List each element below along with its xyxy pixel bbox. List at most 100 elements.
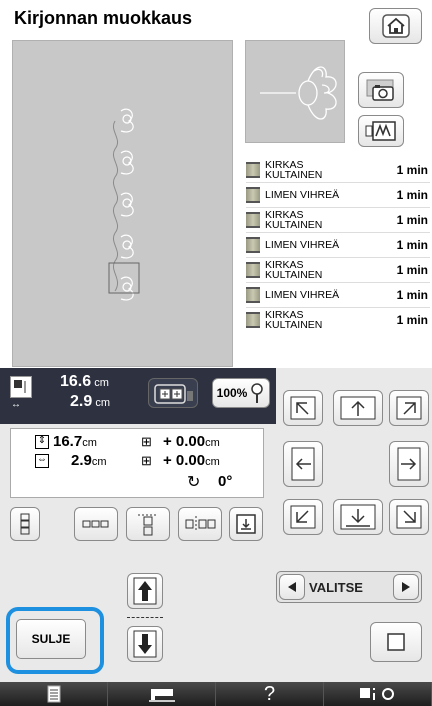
- select-label: VALITSE: [309, 580, 363, 595]
- height-icon: ⇕: [35, 435, 49, 449]
- settings-button[interactable]: [324, 682, 432, 706]
- layout-vertical-button[interactable]: [10, 507, 40, 541]
- embroidery-preview[interactable]: [12, 40, 233, 367]
- thread-name: KULTAINEN: [265, 219, 323, 231]
- spool-icon: [246, 287, 260, 303]
- arrow-up-bold-icon: [133, 577, 157, 605]
- thumbnail-pattern: [260, 66, 337, 120]
- offset-y-icon: ⊞: [141, 434, 152, 449]
- hoop-select-button[interactable]: [148, 378, 198, 408]
- arrow-right-icon: [397, 447, 421, 481]
- spool-icon: [246, 162, 260, 178]
- camera-icon: [366, 79, 394, 101]
- camera-button[interactable]: [358, 72, 404, 108]
- move-right-button[interactable]: [389, 441, 429, 487]
- hoop-icon: [154, 384, 193, 404]
- thread-name: KULTAINEN: [265, 169, 323, 181]
- move-up-left-button[interactable]: [283, 390, 323, 426]
- order-divider: [127, 617, 163, 618]
- thread-row: LIMEN VIHREÄ 1 min: [246, 283, 430, 307]
- order-up-button[interactable]: [127, 573, 163, 609]
- width-icon: ⇔: [35, 454, 49, 468]
- arrow-up-icon: [340, 396, 376, 420]
- move-up-button[interactable]: [333, 390, 383, 426]
- zoom-button[interactable]: 100%: [212, 378, 270, 408]
- layout-center-vertical-icon: [138, 514, 158, 536]
- pattern-size-icon: [10, 376, 32, 398]
- move-down-right-button[interactable]: [389, 499, 429, 535]
- border-mark-icon: [236, 514, 256, 534]
- thread-time: 1 min: [396, 213, 428, 227]
- select-group: VALITSE: [276, 571, 422, 603]
- spool-icon: [246, 312, 260, 328]
- thread-row: LIMEN VIHREÄ 1 min: [246, 183, 430, 207]
- move-down-button[interactable]: [333, 499, 383, 535]
- page-button[interactable]: [0, 682, 108, 706]
- move-left-button[interactable]: [283, 441, 323, 487]
- size-width-value: 16.6 cm: [60, 373, 109, 390]
- thread-time: 1 min: [396, 263, 428, 277]
- sewing-machine-icon: [148, 689, 175, 702]
- magnifier-icon: [251, 383, 264, 403]
- layout-vertical-icon: [20, 513, 30, 535]
- home-icon: [381, 14, 410, 38]
- spool-icon: [246, 262, 260, 278]
- layout-center-horizontal-icon: [185, 516, 216, 532]
- page-title: Kirjonnan muokkaus: [14, 8, 193, 28]
- thread-row: KIRKAS KULTAINEN 1 min: [246, 208, 430, 232]
- empty-square-icon: [387, 633, 405, 651]
- thread-name: KULTAINEN: [265, 319, 323, 331]
- height-value: 16.7cm: [53, 433, 97, 450]
- size-height-value: 2.9 cm: [70, 393, 110, 410]
- close-button[interactable]: SULJE: [16, 619, 86, 659]
- thread-list: KIRKAS KULTAINEN 1 min LIMEN VIHREÄ 1 min…: [246, 158, 430, 332]
- thread-row: KIRKAS KULTAINEN 1 min: [246, 158, 430, 182]
- thread-time: 1 min: [396, 313, 428, 327]
- document-icon: [47, 685, 60, 703]
- triangle-left-icon: [288, 582, 296, 592]
- help-button[interactable]: ?: [216, 682, 324, 706]
- width-value: 2.9cm: [71, 452, 107, 469]
- stitch-view-icon: [365, 121, 396, 141]
- stitch-simulator-button[interactable]: [358, 115, 404, 147]
- thread-row: KIRKAS KULTAINEN 1 min: [246, 308, 430, 332]
- help-label: ?: [263, 682, 276, 705]
- move-down-left-button[interactable]: [283, 499, 323, 535]
- arrow-down-right-icon: [396, 505, 422, 529]
- thread-time: 1 min: [396, 188, 428, 202]
- thread-name: KULTAINEN: [265, 269, 323, 281]
- layout-center-horizontal-button[interactable]: [178, 507, 222, 541]
- checkbox-button[interactable]: [370, 622, 422, 662]
- machine-button[interactable]: [108, 682, 216, 706]
- home-button[interactable]: [369, 8, 422, 44]
- select-next-button[interactable]: [393, 574, 419, 600]
- arrow-up-left-icon: [290, 396, 316, 420]
- thumbnail-preview: [245, 40, 345, 143]
- bottom-bar: ?: [0, 682, 432, 706]
- layout-horizontal-button[interactable]: [74, 507, 118, 541]
- arrow-down-left-icon: [290, 505, 316, 529]
- triangle-right-icon: [402, 582, 410, 592]
- layout-horizontal-icon: [82, 520, 109, 528]
- pattern-info-box: ⇕ 16.7cm ⇔ 2.9cm ⊞ + 0.00cm ⊞ + 0.00cm ↻…: [10, 428, 264, 498]
- thread-name: LIMEN VIHREÄ: [265, 189, 340, 201]
- order-down-button[interactable]: [127, 626, 163, 662]
- arrow-left-icon: [291, 447, 315, 481]
- width-arrow-icon: ↔: [11, 399, 21, 410]
- border-mark-button[interactable]: [229, 507, 263, 541]
- spool-icon: [246, 212, 260, 228]
- arrow-down-icon: [340, 504, 376, 530]
- layout-center-vertical-button[interactable]: [126, 507, 170, 541]
- thread-name: LIMEN VIHREÄ: [265, 289, 340, 301]
- move-up-right-button[interactable]: [389, 390, 429, 426]
- rotation-value: 0°: [218, 473, 233, 490]
- thread-name: LIMEN VIHREÄ: [265, 239, 340, 251]
- rotation-icon: ↻: [187, 474, 201, 491]
- spool-icon: [246, 187, 260, 203]
- embroidery-pattern: [108, 108, 140, 301]
- select-previous-button[interactable]: [279, 574, 305, 600]
- close-button-label: SULJE: [31, 632, 71, 646]
- thread-time: 1 min: [396, 163, 428, 177]
- arrow-up-right-icon: [396, 396, 422, 420]
- offset-y-value: + 0.00cm: [163, 433, 220, 450]
